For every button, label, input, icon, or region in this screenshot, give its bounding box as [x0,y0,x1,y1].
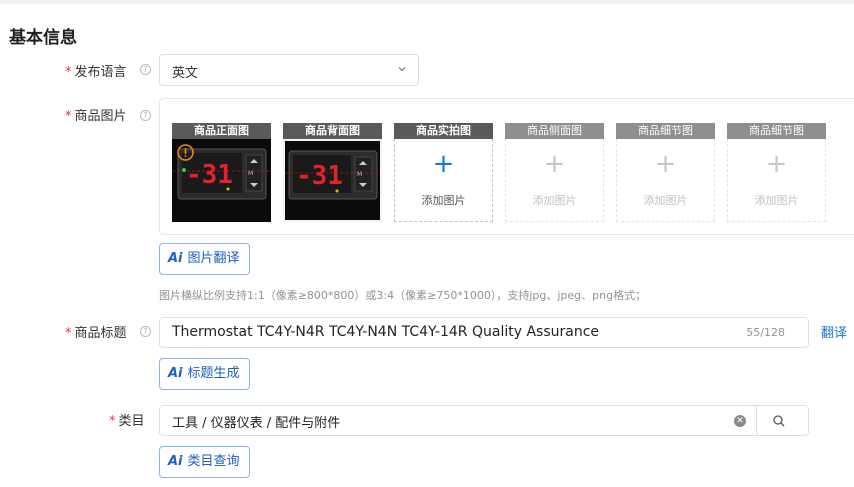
image-slot-title: 商品背面图 [283,123,382,139]
add-image-dropzone[interactable]: + 添加图片 [394,139,493,222]
required-mark: * [65,65,72,80]
category-input[interactable]: 工具 / 仪器仪表 / 配件与附件 ✕ [159,405,809,436]
add-image-dropzone[interactable]: + 添加图片 [727,139,826,222]
product-title-input[interactable]: Thermostat TC4Y-N4R TC4Y-N4N TC4Y-14R Qu… [159,317,809,348]
ai-icon: Ai [168,454,183,469]
top-divider [0,0,854,4]
category-label: * 类目 [109,410,145,429]
section-title: 基本信息 [9,28,77,48]
product-title-value: Thermostat TC4Y-N4R TC4Y-N4N TC4Y-14R Qu… [172,324,600,340]
image-slot-title: 商品细节图 [727,123,826,139]
language-label-text: 发布语言 [74,65,127,80]
warning-circle-icon [177,144,194,161]
ai-icon: Ai [168,366,183,381]
add-image-text: 添加图片 [754,194,799,207]
svg-text:M: M [357,171,362,178]
language-label: * 发布语言 [65,61,127,80]
required-mark: * [65,109,72,124]
image-slot-title: 商品实拍图 [394,123,493,139]
image-slot-title: 商品细节图 [616,123,715,139]
svg-text:-31: -31 [296,161,343,191]
images-label: * 商品图片 [65,105,127,124]
question-circle-icon[interactable]: ? [140,110,151,121]
plus-icon: + [432,149,455,179]
required-mark: * [109,414,116,429]
svg-text:-31: -31 [186,160,233,190]
question-circle-icon[interactable]: ? [140,326,151,337]
character-count: 55/128 [746,326,785,339]
clear-circle-icon[interactable]: ✕ [734,415,746,427]
required-mark: * [65,326,72,341]
plus-icon: + [654,149,677,179]
image-requirements-hint: 图片横纵比例支持1:1（像素≥800*800）或3:4（像素≥750*1000）… [159,289,647,302]
category-query-label: 类目查询 [187,454,240,469]
category-query-button[interactable]: Ai 类目查询 [159,446,250,478]
category-value: 工具 / 仪器仪表 / 配件与附件 [172,416,341,431]
title-generate-button[interactable]: Ai 标题生成 [159,358,250,390]
add-image-dropzone[interactable]: + 添加图片 [505,139,604,222]
plus-icon: + [765,149,788,179]
thermostat-image: -31 M [285,141,380,220]
image-slot-back[interactable]: 商品背面图 -31 M [283,123,382,222]
image-translate-button[interactable]: Ai 图片翻译 [159,243,250,275]
add-image-text: 添加图片 [532,194,577,207]
image-slot-title: 商品正面图 [172,123,271,139]
images-label-text: 商品图片 [74,109,127,124]
image-slot-detail-1[interactable]: 商品细节图 + 添加图片 [616,123,715,222]
image-slot-title: 商品侧面图 [505,123,604,139]
product-photo-front[interactable]: -31 M [172,139,271,222]
title-label: * 商品标题 [65,322,127,341]
language-select[interactable]: 英文 [159,54,419,86]
add-image-dropzone[interactable]: + 添加图片 [616,139,715,222]
image-slot-front[interactable]: 商品正面图 -31 M [172,123,271,222]
product-photo-back[interactable]: -31 M [283,139,382,222]
input-divider [756,406,757,435]
image-slot-detail-2[interactable]: 商品细节图 + 添加图片 [727,123,826,222]
ai-icon: Ai [168,251,183,266]
plus-icon: + [543,149,566,179]
add-image-text: 添加图片 [421,194,466,207]
image-translate-label: 图片翻译 [187,251,240,266]
search-icon[interactable] [772,414,786,428]
add-image-text: 添加图片 [643,194,688,207]
language-select-value: 英文 [172,66,199,81]
title-generate-label: 标题生成 [187,366,240,381]
title-label-text: 商品标题 [74,326,127,341]
image-slot-real-shot[interactable]: 商品实拍图 + 添加图片 [394,123,493,222]
category-label-text: 类目 [118,414,145,429]
chevron-down-icon [398,67,406,72]
translate-link[interactable]: 翻译 [821,322,847,341]
question-circle-icon[interactable]: ? [140,64,151,75]
image-slot-side[interactable]: 商品侧面图 + 添加图片 [505,123,604,222]
